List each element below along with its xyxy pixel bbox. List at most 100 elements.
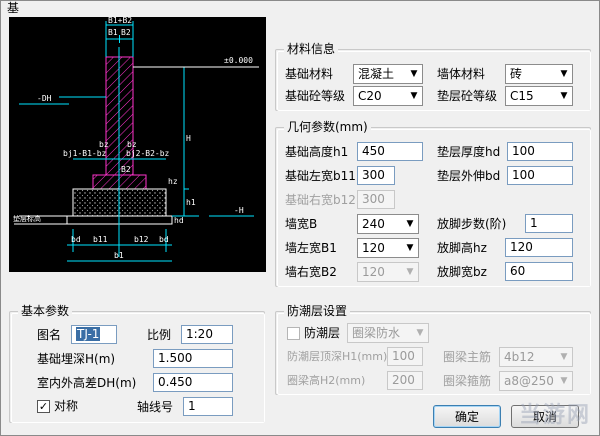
cushion-ext-label: 垫层外伸bd: [437, 169, 501, 183]
wall-material-select[interactable]: 砖 ▼: [505, 64, 573, 84]
diff-input[interactable]: 0.450: [153, 373, 233, 392]
axis-input[interactable]: 1: [183, 397, 233, 416]
chevron-down-icon: ▼: [560, 376, 568, 386]
foundation-material-value: 混凝土: [358, 67, 395, 81]
steps-label: 放脚步数(阶): [437, 217, 507, 231]
main-bar-select[interactable]: 4b12 ▼: [499, 347, 573, 367]
wall-material-label: 墙体材料: [437, 67, 486, 81]
bz-right-label: bz: [127, 140, 137, 149]
bj2-label: bj2-B2-bz: [126, 149, 170, 158]
neg-h-label: -H: [234, 206, 244, 215]
moisture-enable-label: 防潮层: [304, 326, 341, 340]
chevron-down-icon: ▼: [406, 219, 414, 229]
left-width-label: 基础左宽b11: [285, 169, 356, 183]
moisture-title: 防潮层设置: [284, 304, 351, 318]
basic-title: 基本参数: [18, 304, 73, 318]
beam-height-input[interactable]: 200: [387, 371, 423, 390]
wall-left-select[interactable]: 120 ▼: [357, 238, 419, 258]
dim-top-label: B1+B2: [108, 17, 132, 25]
b11-label: b11: [93, 235, 108, 244]
check-icon: ✓: [38, 400, 49, 413]
foundation-grade-value: C20: [358, 89, 382, 103]
wall-thickness-label: 墙宽B: [285, 217, 318, 231]
watermark: 当游网: [518, 403, 591, 428]
name-input[interactable]: TJ-1: [71, 325, 117, 344]
cushion-ext-input[interactable]: 100: [507, 166, 573, 185]
cushion-grade-select[interactable]: C15 ▼: [505, 86, 573, 106]
b1-label: b1: [114, 251, 124, 260]
dim-b2-label: B2: [121, 28, 131, 37]
stirrup-value: a8@250: [504, 374, 554, 388]
ok-button[interactable]: 确定: [433, 405, 501, 428]
chevron-down-icon: ▼: [560, 69, 568, 79]
stirrup-label: 圈梁箍筋: [443, 374, 492, 388]
chevron-down-icon: ▼: [410, 91, 418, 101]
hd-label: hd: [174, 216, 184, 225]
cushion-grade-value: C15: [510, 89, 534, 103]
material-title: 材料信息: [284, 42, 339, 56]
foundation-drawing: B1+B2 B1 B2 ±0.000 -DH H -H bj1-B1-bz bj…: [13, 17, 259, 262]
wall-right-value: 120: [362, 265, 385, 279]
foundation-grade-label: 基础砼等级: [285, 89, 346, 103]
cushion-thickness-input[interactable]: 100: [507, 142, 573, 161]
scale-label: 比例: [147, 328, 172, 342]
chevron-down-icon: ▼: [406, 267, 414, 277]
chevron-down-icon: ▼: [406, 243, 414, 253]
cushion-thickness-label: 垫层厚度hd: [437, 145, 501, 159]
moisture-checkbox[interactable]: [287, 327, 300, 340]
height-h1-input[interactable]: 450: [357, 142, 423, 161]
wall-thickness-value: 240: [362, 217, 385, 231]
foundation-grade-select[interactable]: C20 ▼: [353, 86, 423, 106]
foot-width-input[interactable]: 60: [505, 262, 573, 281]
bz-left-label: bz: [99, 140, 109, 149]
steps-input[interactable]: 1: [525, 214, 573, 233]
top-depth-label: 防潮层顶深H1(mm): [287, 350, 388, 363]
dim-b2-small-label: B2: [121, 165, 131, 174]
foot-width-label: 放脚宽bz: [437, 265, 487, 279]
elevation-label: ±0.000: [224, 56, 253, 65]
main-bar-label: 圈梁主筋: [443, 350, 492, 364]
dh-label: -DH: [37, 94, 52, 103]
beam-height-label: 圈梁高H2(mm): [287, 374, 366, 387]
layer-label: 垫层标高: [13, 214, 41, 223]
wall-right-select[interactable]: 120 ▼: [357, 262, 419, 282]
hz-label: hz: [168, 177, 178, 186]
chevron-down-icon: ▼: [416, 328, 424, 338]
symmetric-label: 对称: [54, 399, 79, 413]
main-bar-value: 4b12: [504, 350, 535, 364]
bd-right-label: bd: [159, 235, 169, 244]
foundation-preview: B1+B2 B1 B2 ±0.000 -DH H -H bj1-B1-bz bj…: [9, 17, 266, 272]
moisture-type-select[interactable]: 圈梁防水 ▼: [347, 323, 429, 343]
moisture-type-value: 圈梁防水: [352, 326, 401, 340]
axis-label: 轴线号: [137, 400, 174, 414]
dialog-window: 基 B1+B2 B1 B2 ±0.000 -DH H -H bj1-B1-bz …: [0, 0, 600, 436]
scale-input[interactable]: 1:20: [181, 325, 233, 344]
foot-height-label: 放脚高hz: [437, 241, 487, 255]
diff-label: 室内外高差DH(m): [37, 376, 137, 390]
wall-left-label: 墙左宽B1: [285, 241, 337, 255]
b12-label: b12: [134, 235, 149, 244]
bj1-label: bj1-B1-bz: [63, 149, 107, 158]
symmetric-checkbox[interactable]: ✓: [37, 400, 50, 413]
chevron-down-icon: ▼: [560, 352, 568, 362]
name-value: TJ-1: [76, 327, 101, 341]
h-label: H: [186, 134, 191, 143]
wall-left-value: 120: [362, 241, 385, 255]
wall-right-label: 墙右宽B2: [285, 265, 337, 279]
left-width-input[interactable]: 300: [357, 166, 395, 185]
right-width-input[interactable]: 300: [357, 190, 395, 209]
right-width-label: 基础右宽b12: [285, 193, 356, 207]
foot-height-input[interactable]: 120: [505, 238, 573, 257]
top-depth-input[interactable]: 100: [387, 347, 423, 366]
depth-input[interactable]: 1.500: [153, 349, 233, 368]
chevron-down-icon: ▼: [560, 91, 568, 101]
stirrup-select[interactable]: a8@250 ▼: [499, 371, 573, 391]
geometry-title: 几何参数(mm): [284, 120, 371, 134]
chevron-down-icon: ▼: [410, 69, 418, 79]
name-label: 图名: [37, 328, 62, 342]
wall-thickness-select[interactable]: 240 ▼: [357, 214, 419, 234]
foundation-material-select[interactable]: 混凝土 ▼: [353, 64, 423, 84]
foundation-material-label: 基础材料: [285, 67, 334, 81]
height-h1-label: 基础高度h1: [285, 145, 349, 159]
dialog-title: 基: [7, 1, 27, 15]
